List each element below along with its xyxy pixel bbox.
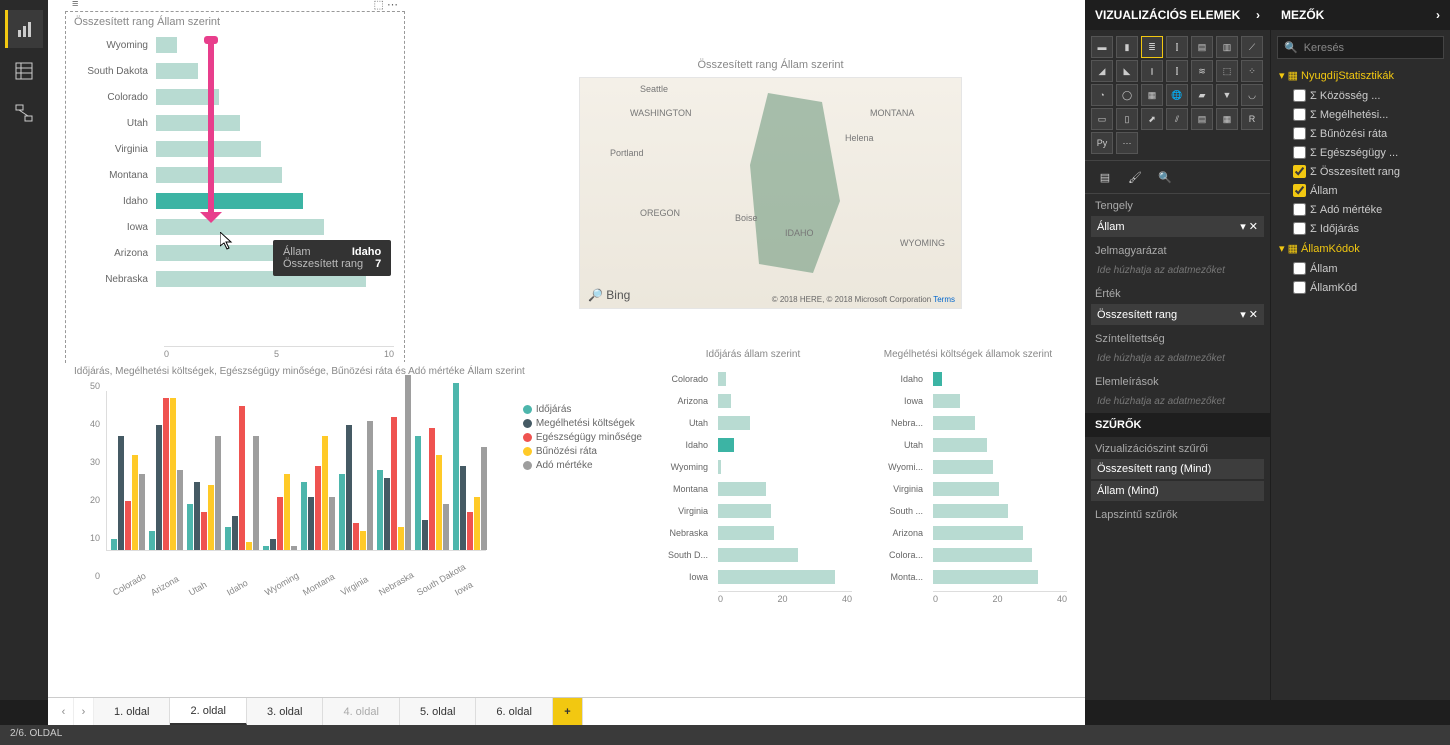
viz-pie[interactable]: ◔ (1091, 84, 1113, 106)
table-item[interactable]: ▾ ▦ ÁllamKódok (1271, 238, 1450, 259)
annotation-arrow (208, 40, 214, 220)
field-item[interactable]: Σ Adó mértéke (1271, 200, 1450, 219)
viz-stacked-bar[interactable]: ▬ (1091, 36, 1113, 58)
viz-line[interactable]: ⟋ (1241, 36, 1263, 58)
visualizations-pane: VIZUALIZÁCIÓS ELEMEK› ▬ ▮ ≣ ⫿ ▤ ▥ ⟋ ◢ ◣ … (1085, 0, 1270, 700)
viz-more[interactable]: ⋯ (1116, 132, 1138, 154)
viz-table[interactable]: ▤ (1191, 108, 1213, 130)
page-prev[interactable]: ‹ (54, 698, 74, 725)
viz-area[interactable]: ◢ (1091, 60, 1113, 82)
status-bar: 2/6. OLDAL (0, 725, 1450, 745)
page-tab[interactable]: 5. oldal (400, 698, 476, 725)
map-shape-idaho (750, 93, 840, 273)
field-item[interactable]: Állam (1271, 259, 1450, 278)
field-item[interactable]: Állam (1271, 181, 1450, 200)
visual-cost-chart[interactable]: Megélhetési költségek államok szerint Id… (863, 345, 1073, 645)
view-switcher (0, 0, 48, 700)
well-legend[interactable]: Ide húzhatja az adatmezőket (1091, 261, 1264, 280)
more-icon[interactable]: ⋯ (387, 0, 398, 11)
viz-stacked-area[interactable]: ◣ (1116, 60, 1138, 82)
viz-line-col2[interactable]: ⫿ (1166, 60, 1188, 82)
viz-stacked-col[interactable]: ▮ (1116, 36, 1138, 58)
fields-search[interactable]: 🔍 Keresés (1277, 36, 1444, 59)
well-axis[interactable]: Állam▾ ✕ (1091, 216, 1264, 237)
field-item[interactable]: ÁllamKód (1271, 278, 1450, 297)
field-item[interactable]: Σ Bűnözési ráta (1271, 124, 1450, 143)
fields-tab[interactable]: ▤ (1095, 167, 1115, 187)
page-next[interactable]: › (74, 698, 94, 725)
viz-clustered-bar[interactable]: ≣ (1141, 36, 1163, 58)
page-tab[interactable]: 4. oldal (323, 698, 399, 725)
viz-map[interactable]: 🌐 (1166, 84, 1188, 106)
filter-item[interactable]: Összesített rang (Mind) (1091, 459, 1264, 479)
viz-r[interactable]: R (1241, 108, 1263, 130)
viz-line-col[interactable]: ⫾ (1141, 60, 1163, 82)
page-tab[interactable]: 2. oldal (170, 698, 246, 725)
field-wells: Tengely Állam▾ ✕ Jelmagyarázat Ide húzha… (1085, 194, 1270, 700)
chart-title: Időjárás állam szerint (648, 345, 858, 364)
visual-rank-chart[interactable]: ≡ ⬚ ⋯ Összesített rang Állam szerint Wyo… (66, 12, 404, 362)
format-tab[interactable]: 🖌 (1125, 167, 1145, 187)
page-tab[interactable]: 6. oldal (476, 698, 552, 725)
fields-pane: MEZŐK› 🔍 Keresés ▾ ▦ NyugdíjStatisztikák… (1270, 0, 1450, 700)
viz-donut[interactable]: ◯ (1116, 84, 1138, 106)
legend: IdőjárásMegélhetési költségekEgészségügy… (523, 401, 642, 474)
well-value[interactable]: Összesített rang▾ ✕ (1091, 304, 1264, 325)
cursor-icon (220, 232, 234, 250)
viz-filled-map[interactable]: ▰ (1191, 84, 1213, 106)
field-item[interactable]: Σ Megélhetési... (1271, 105, 1450, 124)
table-item[interactable]: ▾ ▦ NyugdíjStatisztikák (1271, 65, 1450, 86)
viz-100-bar[interactable]: ▤ (1191, 36, 1213, 58)
viz-waterfall[interactable]: ⬚ (1216, 60, 1238, 82)
chart-title: Megélhetési költségek államok szerint (863, 345, 1073, 364)
report-canvas: ≡ ⬚ ⋯ Összesített rang Állam szerint Wyo… (48, 0, 1085, 700)
drill-icon[interactable]: ≡ (72, 0, 78, 11)
viz-card[interactable]: ▭ (1091, 108, 1113, 130)
well-saturation[interactable]: Ide húzhatja az adatmezőket (1091, 349, 1264, 368)
viz-100-col[interactable]: ▥ (1216, 36, 1238, 58)
viz-py[interactable]: Py (1091, 132, 1113, 154)
viz-gauge[interactable]: ◡ (1241, 84, 1263, 106)
visual-multi-chart[interactable]: Időjárás, Megélhetési költségek, Egészsé… (66, 362, 646, 637)
visual-map[interactable]: Összesített rang Állam szerint Seattle W… (573, 55, 968, 315)
field-item[interactable]: Σ Időjárás (1271, 219, 1450, 238)
data-view-button[interactable] (5, 52, 43, 90)
viz-treemap[interactable]: ▦ (1141, 84, 1163, 106)
search-icon: 🔍 (1284, 41, 1298, 54)
model-view-button[interactable] (5, 94, 43, 132)
viz-matrix[interactable]: ▦ (1216, 108, 1238, 130)
page-tabs: ‹ › 1. oldal2. oldal3. oldal4. oldal5. o… (48, 697, 1085, 725)
page-add-button[interactable]: + (553, 698, 583, 725)
field-item[interactable]: Σ Összesített rang (1271, 162, 1450, 181)
viz-clustered-col[interactable]: ⫿ (1166, 36, 1188, 58)
viz-ribbon[interactable]: ≋ (1191, 60, 1213, 82)
chart-title: Összesített rang Állam szerint (66, 12, 404, 32)
well-tooltips[interactable]: Ide húzhatja az adatmezőket (1091, 392, 1264, 411)
field-item[interactable]: Σ Egészségügy ... (1271, 143, 1450, 162)
viz-kpi[interactable]: ⬈ (1141, 108, 1163, 130)
chevron-right-icon[interactable]: › (1436, 8, 1440, 22)
visualization-gallery: ▬ ▮ ≣ ⫿ ▤ ▥ ⟋ ◢ ◣ ⫾ ⫿ ≋ ⬚ ⁘ ◔ ◯ ▦ 🌐 ▰ ▼ … (1085, 30, 1270, 160)
chart-title: Összesített rang Állam szerint (573, 55, 968, 75)
chevron-right-icon[interactable]: › (1256, 8, 1260, 22)
viz-scatter[interactable]: ⁘ (1241, 60, 1263, 82)
viz-funnel[interactable]: ▼ (1216, 84, 1238, 106)
page-tab[interactable]: 1. oldal (94, 698, 170, 725)
focus-icon[interactable]: ⬚ (374, 0, 384, 11)
page-tab[interactable]: 3. oldal (247, 698, 323, 725)
chart-title: Időjárás, Megélhetési költségek, Egészsé… (66, 362, 646, 381)
visual-weather-chart[interactable]: Időjárás állam szerint ColoradoArizonaUt… (648, 345, 858, 645)
bing-logo: 🔎 Bing (588, 288, 630, 302)
viz-multi-card[interactable]: ▯ (1116, 108, 1138, 130)
analytics-tab[interactable]: 🔍 (1155, 167, 1175, 187)
field-item[interactable]: Σ Közösség ... (1271, 86, 1450, 105)
report-view-button[interactable] (5, 10, 43, 48)
viz-slicer[interactable]: ⫽ (1166, 108, 1188, 130)
filter-item[interactable]: Állam (Mind) (1091, 481, 1264, 501)
